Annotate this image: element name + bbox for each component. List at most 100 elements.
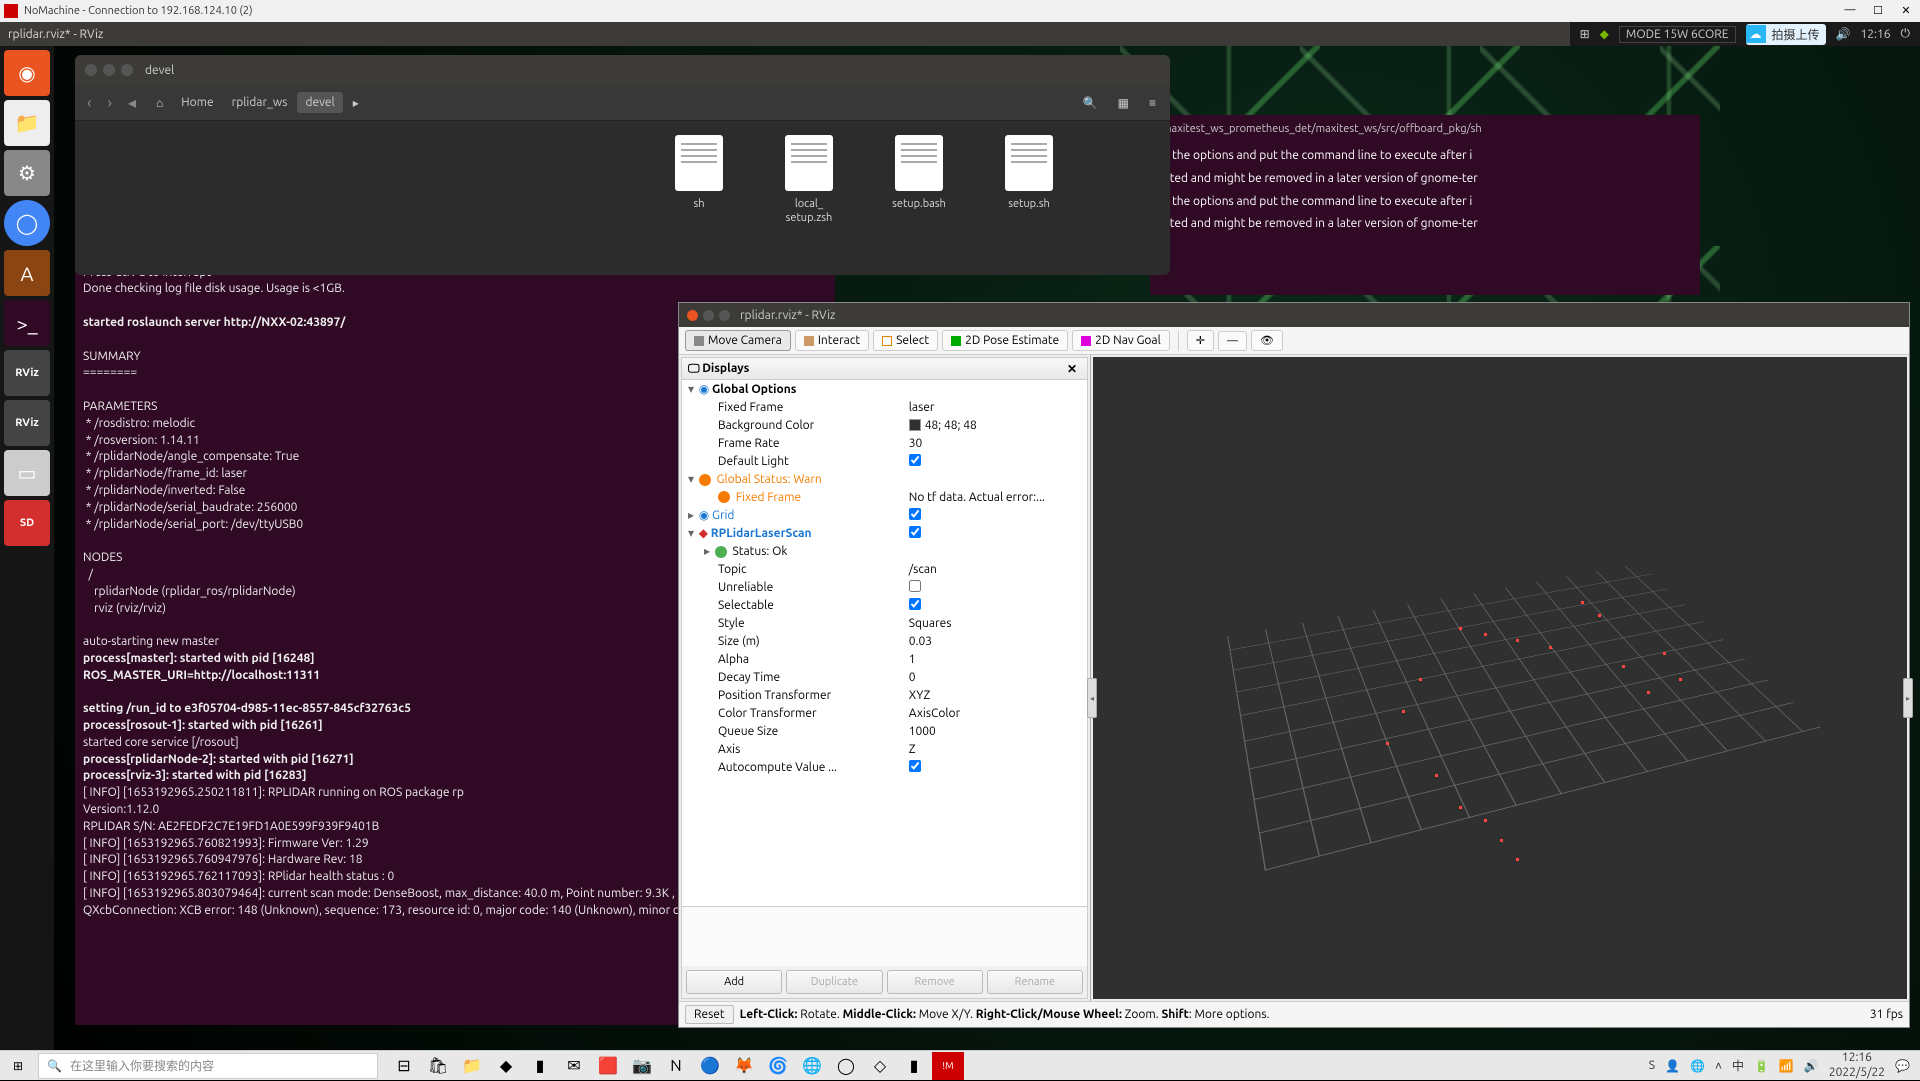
publish-point-button[interactable]: 👁: [1251, 330, 1283, 351]
pose-estimate-button[interactable]: 2D Pose Estimate: [942, 330, 1068, 351]
taskbar-clock[interactable]: 12:162022/5/22: [1829, 1051, 1885, 1080]
measure-button[interactable]: —: [1218, 331, 1247, 351]
people-icon[interactable]: 👤: [1665, 1059, 1680, 1073]
launcher-settings[interactable]: ⚙: [4, 150, 50, 196]
ime-icon[interactable]: 中: [1732, 1057, 1744, 1074]
unreliable-checkbox[interactable]: [909, 580, 921, 592]
app-icon[interactable]: ▮: [898, 1052, 930, 1080]
focus-button[interactable]: ✛: [1187, 330, 1214, 351]
search-icon[interactable]: 🔍: [1077, 90, 1104, 116]
path-end-icon[interactable]: ▸: [345, 92, 367, 114]
notification-icon[interactable]: 💬: [1895, 1059, 1910, 1073]
launcher-updater[interactable]: A: [4, 250, 50, 296]
app-icon[interactable]: 🟥: [592, 1052, 624, 1080]
rename-button[interactable]: Rename: [987, 970, 1083, 994]
crumb-devel[interactable]: devel: [297, 92, 342, 113]
app-icon[interactable]: ◇: [864, 1052, 896, 1080]
app-icon[interactable]: ◆: [490, 1052, 522, 1080]
forward-button[interactable]: ›: [104, 90, 117, 116]
select-button[interactable]: Select: [873, 330, 938, 351]
files-body[interactable]: sh local_ setup.zsh setup.bash setup.sh: [75, 121, 1170, 240]
decay-value[interactable]: 0: [905, 668, 1087, 686]
color-transform-value[interactable]: AxisColor: [905, 704, 1087, 722]
edge-icon[interactable]: 🌐: [796, 1052, 828, 1080]
alpha-value[interactable]: 1: [905, 650, 1087, 668]
remove-button[interactable]: Remove: [887, 970, 983, 994]
tray-icon[interactable]: S: [1649, 1059, 1655, 1072]
explorer-icon[interactable]: 📁: [456, 1052, 488, 1080]
close-button[interactable]: ✕: [1896, 4, 1916, 18]
style-value[interactable]: Squares: [905, 614, 1087, 632]
minimize-button[interactable]: —: [1840, 4, 1860, 18]
axis-value[interactable]: Z: [905, 740, 1087, 758]
app-icon[interactable]: ▮: [524, 1052, 556, 1080]
app-icon[interactable]: ◯: [830, 1052, 862, 1080]
home-icon[interactable]: ⌂: [148, 92, 171, 114]
pos-transform-value[interactable]: XYZ: [905, 686, 1087, 704]
frame-rate-value[interactable]: 30: [905, 434, 1087, 452]
maximize-button[interactable]: ☐: [1868, 4, 1888, 18]
files-titlebar[interactable]: devel: [75, 55, 1170, 85]
bg-color-value[interactable]: 48; 48; 48: [925, 419, 977, 432]
autocompute-checkbox[interactable]: [909, 760, 921, 772]
nav-goal-button[interactable]: 2D Nav Goal: [1072, 330, 1170, 351]
queue-value[interactable]: 1000: [905, 722, 1087, 740]
extension-badge[interactable]: ☁拍摄上传: [1746, 24, 1826, 45]
launcher-rviz[interactable]: RViz: [4, 350, 50, 396]
terminal-2[interactable]: /maxitest_ws_prometheus_det/maxitest_ws/…: [1150, 115, 1700, 295]
selectable-checkbox[interactable]: [909, 598, 921, 610]
view-icon[interactable]: ▦: [1112, 90, 1135, 116]
duplicate-button[interactable]: Duplicate: [786, 970, 882, 994]
grid-checkbox[interactable]: [909, 508, 921, 520]
crumb-home[interactable]: Home: [173, 92, 221, 113]
rviz-titlebar[interactable]: rplidar.rviz* - RViz: [679, 303, 1909, 327]
path-start-icon[interactable]: ◂: [124, 89, 140, 116]
interact-button[interactable]: Interact: [795, 330, 869, 351]
reset-button[interactable]: Reset: [685, 1005, 734, 1024]
displays-tree[interactable]: ▾ ◉ Global Options Fixed Framelaser Back…: [682, 380, 1087, 906]
launcher-files[interactable]: 📁: [4, 100, 50, 146]
file-item[interactable]: setup.bash: [879, 135, 959, 226]
move-camera-button[interactable]: Move Camera: [685, 330, 791, 351]
fixed-frame-value[interactable]: laser: [905, 398, 1087, 416]
file-item[interactable]: setup.sh: [989, 135, 1069, 226]
volume-icon[interactable]: 🔊: [1836, 27, 1851, 41]
indicator-icon[interactable]: ⊞: [1580, 27, 1590, 41]
launcher-chromium[interactable]: ◯: [4, 200, 50, 246]
launcher-dash[interactable]: ◉: [4, 50, 50, 96]
camera-icon[interactable]: 📷: [626, 1052, 658, 1080]
nomachine-taskbar-icon[interactable]: !M: [932, 1052, 964, 1080]
tray-icon[interactable]: 🌐: [1690, 1059, 1705, 1073]
power-mode[interactable]: MODE 15W 6CORE: [1619, 26, 1736, 43]
app-icon[interactable]: 🔵: [694, 1052, 726, 1080]
left-panel-handle[interactable]: ◂: [1087, 678, 1097, 718]
chevron-up-icon[interactable]: ˄: [1715, 1059, 1722, 1073]
start-button[interactable]: ⊞: [0, 1051, 36, 1081]
rviz-3d-view[interactable]: ◂ ▸: [1093, 357, 1907, 999]
topic-value[interactable]: /scan: [905, 560, 1087, 578]
launcher-terminal[interactable]: >_: [4, 300, 50, 346]
displays-header[interactable]: 🖵 Displays ✕: [682, 358, 1087, 380]
launcher-disk[interactable]: ▭: [4, 450, 50, 496]
menu-icon[interactable]: ≡: [1143, 90, 1162, 116]
store-icon[interactable]: 🛍: [422, 1052, 454, 1080]
power-icon[interactable]: ⏻: [1901, 27, 1911, 41]
launcher-rviz-2[interactable]: RViz: [4, 400, 50, 446]
firefox-icon[interactable]: 🦊: [728, 1052, 760, 1080]
close-panel-icon[interactable]: ✕: [1063, 362, 1081, 376]
wifi-icon[interactable]: 📶: [1779, 1059, 1794, 1073]
launcher-sd[interactable]: SD: [4, 500, 50, 546]
mail-icon[interactable]: ✉: [558, 1052, 590, 1080]
add-button[interactable]: Add: [686, 970, 782, 994]
file-item[interactable]: local_ setup.zsh: [769, 135, 849, 226]
app-icon[interactable]: 🌀: [762, 1052, 794, 1080]
laserscan-checkbox[interactable]: [909, 526, 921, 538]
clock[interactable]: 12:16: [1860, 28, 1890, 41]
right-panel-handle[interactable]: ▸: [1903, 678, 1913, 718]
battery-icon[interactable]: 🔋: [1754, 1059, 1769, 1073]
back-button[interactable]: ‹: [83, 90, 96, 116]
size-value[interactable]: 0.03: [905, 632, 1087, 650]
search-box[interactable]: 🔍 在这里输入你要搜索的内容: [38, 1053, 378, 1079]
task-view-icon[interactable]: ⊟: [388, 1052, 420, 1080]
file-item[interactable]: sh: [659, 135, 739, 226]
